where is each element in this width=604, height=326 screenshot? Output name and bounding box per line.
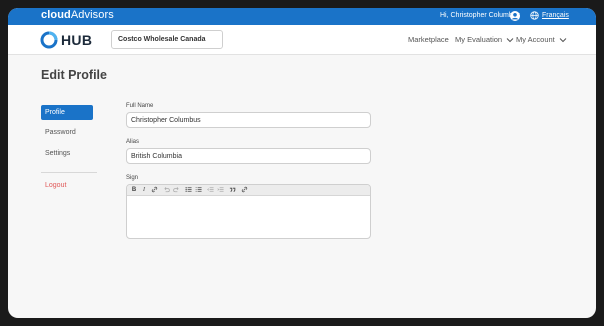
nav-my-account-label: My Account [516, 35, 555, 44]
undo-icon[interactable] [162, 186, 170, 194]
alias-label: Alias [126, 139, 140, 145]
sidebar-divider [41, 172, 97, 173]
sidebar-item-logout[interactable]: Logout [41, 178, 93, 193]
main-navbar: HUB Costco Wholesale Canada Marketplace … [8, 25, 596, 55]
nav-my-evaluation-label: My Evaluation [455, 35, 503, 44]
company-selector[interactable]: Costco Wholesale Canada [111, 30, 223, 49]
alias-field[interactable]: British Columbia [126, 148, 371, 164]
sidebar-item-settings[interactable]: Settings [41, 146, 93, 161]
sign-editor[interactable]: B I [126, 184, 371, 239]
nav-my-evaluation[interactable]: My Evaluation [455, 35, 514, 44]
blockquote-icon[interactable] [228, 186, 236, 194]
italic-button[interactable]: I [140, 186, 148, 194]
bulleted-list-icon[interactable] [184, 186, 192, 194]
sign-label: Sign [126, 175, 139, 181]
greeting-text: Hi, Christopher Columbus [440, 12, 521, 19]
bold-button[interactable]: B [130, 186, 138, 194]
brand-part2: Advisors [70, 9, 114, 21]
link-icon[interactable] [150, 186, 158, 194]
nav-marketplace-label: Marketplace [408, 35, 449, 44]
sidebar-item-password[interactable]: Password [41, 125, 93, 140]
numbered-list-icon[interactable] [194, 186, 202, 194]
hub-logo-text[interactable]: HUB [61, 32, 92, 48]
brand-part1: cloud [41, 9, 71, 21]
outdent-icon[interactable] [206, 186, 214, 194]
full-name-field[interactable]: Christopher Columbus [126, 112, 371, 128]
user-avatar-icon[interactable] [510, 11, 520, 21]
nav-my-account[interactable]: My Account [516, 35, 567, 44]
app-window: cloudAdvisors Hi, Christopher Columbus F… [8, 8, 596, 318]
chevron-down-icon [506, 38, 514, 43]
unlink-icon[interactable] [240, 186, 248, 194]
sidebar-item-profile[interactable]: Profile [41, 105, 93, 120]
indent-icon[interactable] [216, 186, 224, 194]
nav-marketplace[interactable]: Marketplace [408, 35, 449, 44]
page-title: Edit Profile [41, 68, 107, 82]
editor-toolbar: B I [127, 185, 370, 196]
cloudadvisors-logo[interactable]: cloudAdvisors [41, 9, 114, 21]
full-name-label: Full Name [126, 103, 154, 109]
hub-logo-icon [40, 31, 58, 49]
chevron-down-icon [559, 38, 567, 43]
language-link[interactable]: Français [542, 12, 569, 19]
globe-icon [530, 11, 539, 20]
top-bar: cloudAdvisors Hi, Christopher Columbus F… [8, 8, 596, 25]
redo-icon[interactable] [172, 186, 180, 194]
sign-editor-content[interactable] [131, 199, 366, 234]
